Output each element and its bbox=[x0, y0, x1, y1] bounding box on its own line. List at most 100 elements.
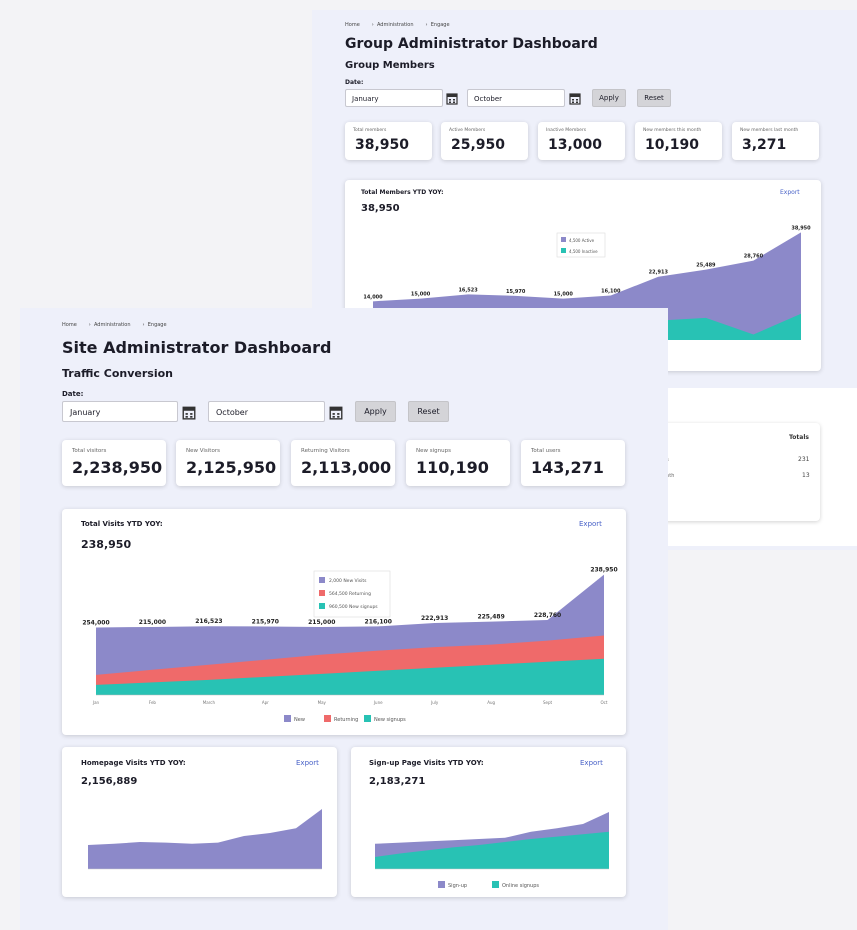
legend-swatch bbox=[438, 881, 445, 888]
apply-button[interactable]: Apply bbox=[592, 89, 626, 107]
stat-value: 3,271 bbox=[742, 137, 787, 153]
reset-button[interactable]: Reset bbox=[637, 89, 671, 107]
section-title: Group Members bbox=[345, 60, 435, 71]
x-tick-label: Apr bbox=[262, 700, 269, 705]
stat-label: Returning Visitors bbox=[301, 448, 350, 454]
stat-label: Total visitors bbox=[72, 448, 107, 454]
data-label: 225,489 bbox=[477, 614, 504, 621]
stat-card-inactive-members: Inactive Members 13,000 bbox=[538, 122, 625, 160]
x-tick-label: Aug bbox=[487, 700, 495, 705]
calendar-icon[interactable] bbox=[569, 92, 581, 105]
legend-swatch bbox=[324, 715, 331, 722]
x-tick-label: Sept bbox=[543, 700, 553, 705]
date-to-input[interactable]: October bbox=[467, 89, 565, 107]
stat-value: 2,113,000 bbox=[301, 458, 392, 477]
legend-label: 4,500 Active bbox=[569, 238, 595, 243]
stat-card-returning-visitors: Returning Visitors 2,113,000 bbox=[291, 440, 395, 486]
reset-button[interactable]: Reset bbox=[408, 401, 449, 422]
section-title: Traffic Conversion bbox=[62, 367, 173, 380]
page-title: Group Administrator Dashboard bbox=[345, 36, 598, 52]
stat-value: 110,190 bbox=[416, 458, 489, 477]
legend-label: New signups bbox=[374, 717, 406, 723]
data-label: 15,000 bbox=[411, 292, 431, 298]
data-label: 215,970 bbox=[252, 618, 279, 625]
date-from-input[interactable]: January bbox=[345, 89, 443, 107]
legend-swatch bbox=[284, 715, 291, 722]
signup-visits-card: Sign-up Page Visits YTD YOY: 2,183,271 E… bbox=[351, 747, 626, 897]
data-label: 28,760 bbox=[744, 254, 764, 260]
data-label: 238,950 bbox=[590, 567, 617, 574]
calendar-icon[interactable] bbox=[182, 405, 196, 420]
legend-swatch bbox=[319, 590, 325, 596]
x-tick-label: March bbox=[203, 700, 216, 705]
stat-label: Total members bbox=[353, 128, 387, 133]
stat-card-active-members: Active Members 25,950 bbox=[441, 122, 528, 160]
stat-card-new-visitors: New Visitors 2,125,950 bbox=[176, 440, 280, 486]
data-label: 216,100 bbox=[365, 618, 392, 625]
data-label: 215,000 bbox=[139, 619, 166, 626]
date-from-input[interactable]: January bbox=[62, 401, 178, 422]
date-label: Date: bbox=[62, 390, 84, 398]
x-tick-label: May bbox=[318, 700, 327, 705]
breadcrumb-administration[interactable]: Administration bbox=[94, 322, 131, 328]
data-label: 22,913 bbox=[649, 270, 669, 276]
data-label: 254,000 bbox=[82, 619, 109, 626]
x-tick-label: Jan bbox=[92, 700, 100, 705]
stat-label: New signups bbox=[416, 448, 451, 454]
legend-label: New bbox=[294, 717, 305, 723]
date-label: Date: bbox=[345, 79, 364, 86]
legend-label: Online signups bbox=[502, 883, 539, 889]
breadcrumb: Home › Administration › Engage bbox=[62, 322, 167, 328]
homepage-visits-card: Homepage Visits YTD YOY: 2,156,889 Expor… bbox=[62, 747, 337, 897]
legend-label: 4,500 Inactive bbox=[569, 249, 598, 254]
legend-swatch bbox=[561, 237, 566, 242]
data-label: 38,950 bbox=[791, 225, 811, 231]
data-label: 16,100 bbox=[601, 289, 621, 295]
data-label: 16,523 bbox=[458, 287, 478, 293]
breadcrumb-engage[interactable]: Engage bbox=[148, 322, 167, 328]
stat-card-total-members: Total members 38,950 bbox=[345, 122, 432, 160]
breadcrumb: Home › Administration › Engage bbox=[345, 22, 450, 28]
legend-swatch bbox=[319, 603, 325, 609]
x-tick-label: Oct bbox=[601, 700, 608, 705]
legend-label: 564,500 Returning bbox=[329, 591, 371, 597]
data-label: 228,760 bbox=[534, 612, 561, 619]
legend-swatch bbox=[364, 715, 371, 722]
data-label: 15,000 bbox=[554, 292, 574, 298]
breadcrumb-engage[interactable]: Engage bbox=[431, 22, 450, 28]
stat-value: 10,190 bbox=[645, 137, 700, 153]
stat-card-total-users: Total users 143,271 bbox=[521, 440, 625, 486]
totals-value: 13 bbox=[802, 472, 810, 479]
legend-label: Sign-up bbox=[448, 883, 467, 889]
stat-label: Total users bbox=[531, 448, 561, 454]
breadcrumb-administration[interactable]: Administration bbox=[377, 22, 414, 28]
stat-label: New members last month bbox=[740, 128, 799, 133]
stat-value: 25,950 bbox=[451, 137, 506, 153]
stat-value: 2,125,950 bbox=[186, 458, 277, 477]
data-label: 216,523 bbox=[195, 618, 222, 625]
legend-swatch bbox=[561, 248, 566, 253]
breadcrumb-home[interactable]: Home bbox=[345, 22, 360, 28]
stat-label: Inactive Members bbox=[546, 128, 587, 133]
data-label: 14,000 bbox=[363, 294, 383, 300]
signup-visits-area-chart: Sign-up Online signups bbox=[375, 812, 609, 889]
apply-button[interactable]: Apply bbox=[355, 401, 396, 422]
legend-swatch bbox=[492, 881, 499, 888]
totals-header: Totals bbox=[789, 434, 809, 441]
date-to-input[interactable]: October bbox=[208, 401, 325, 422]
x-tick-label: Feb bbox=[149, 700, 157, 705]
stat-value: 13,000 bbox=[548, 137, 603, 153]
stat-value: 38,950 bbox=[355, 137, 410, 153]
calendar-icon[interactable] bbox=[446, 92, 458, 105]
stat-label: New members this month bbox=[643, 128, 702, 133]
data-label: 215,000 bbox=[308, 619, 335, 626]
legend-label: Returning bbox=[334, 717, 358, 723]
page-title: Site Administrator Dashboard bbox=[62, 338, 332, 357]
breadcrumb-home[interactable]: Home bbox=[62, 322, 77, 328]
calendar-icon[interactable] bbox=[329, 405, 343, 420]
stat-value: 2,238,950 bbox=[72, 458, 163, 477]
data-label: 15,970 bbox=[506, 289, 526, 295]
stat-label: Active Members bbox=[449, 128, 486, 133]
total-visits-card: Total Visits YTD YOY: 238,950 Export Jan… bbox=[62, 509, 626, 735]
stat-value: 143,271 bbox=[531, 458, 604, 477]
